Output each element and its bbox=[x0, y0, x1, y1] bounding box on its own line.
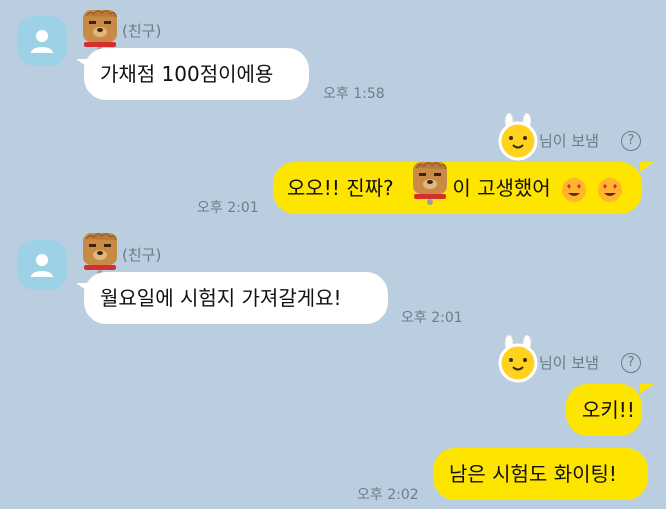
help-icon[interactable]: ? bbox=[620, 130, 641, 151]
bubble-tail bbox=[640, 162, 654, 172]
heart-eyes-emoji-icon bbox=[562, 177, 587, 202]
bear-icon bbox=[413, 162, 447, 205]
sent-by-label: 님이 보냄 ? bbox=[539, 130, 641, 151]
sent-by-text: 님이 보냄 bbox=[539, 132, 599, 150]
person-icon bbox=[31, 30, 53, 53]
message-text: 오오!! 진짜? bbox=[287, 176, 394, 200]
friend-avatar[interactable] bbox=[17, 240, 67, 290]
message-text: 이 고생했어 bbox=[452, 176, 551, 200]
message-bubble[interactable]: 월요일에 시험지 가져갈게요! bbox=[84, 272, 388, 324]
heart-eyes-emoji-icon bbox=[598, 177, 623, 202]
message-time: 오후 2:01 bbox=[401, 310, 463, 326]
message-time: 오후 2:02 bbox=[357, 487, 419, 503]
chick-icon bbox=[498, 335, 538, 383]
sent-by-label: 님이 보냄 ? bbox=[539, 352, 641, 373]
message-time: 오후 2:01 bbox=[197, 200, 259, 216]
message-bubble[interactable]: 남은 시험도 화이팅! bbox=[433, 448, 648, 500]
sender-name: (친구) bbox=[122, 22, 162, 40]
chick-icon bbox=[498, 113, 538, 161]
person-icon bbox=[31, 254, 53, 277]
message-bubble[interactable]: 가채점 100점이에용 bbox=[84, 48, 309, 100]
bear-icon bbox=[83, 233, 117, 276]
sent-by-text: 님이 보냄 bbox=[539, 354, 599, 372]
message-time: 오후 1:58 bbox=[323, 86, 385, 102]
message-bubble[interactable]: 오오!! 진짜? 이 고생했어 bbox=[273, 162, 642, 214]
bubble-tail bbox=[640, 384, 654, 394]
sender-name: (친구) bbox=[122, 246, 162, 264]
help-icon[interactable]: ? bbox=[620, 352, 641, 373]
message-bubble[interactable]: 오키!! bbox=[566, 384, 642, 436]
friend-avatar[interactable] bbox=[17, 16, 67, 66]
